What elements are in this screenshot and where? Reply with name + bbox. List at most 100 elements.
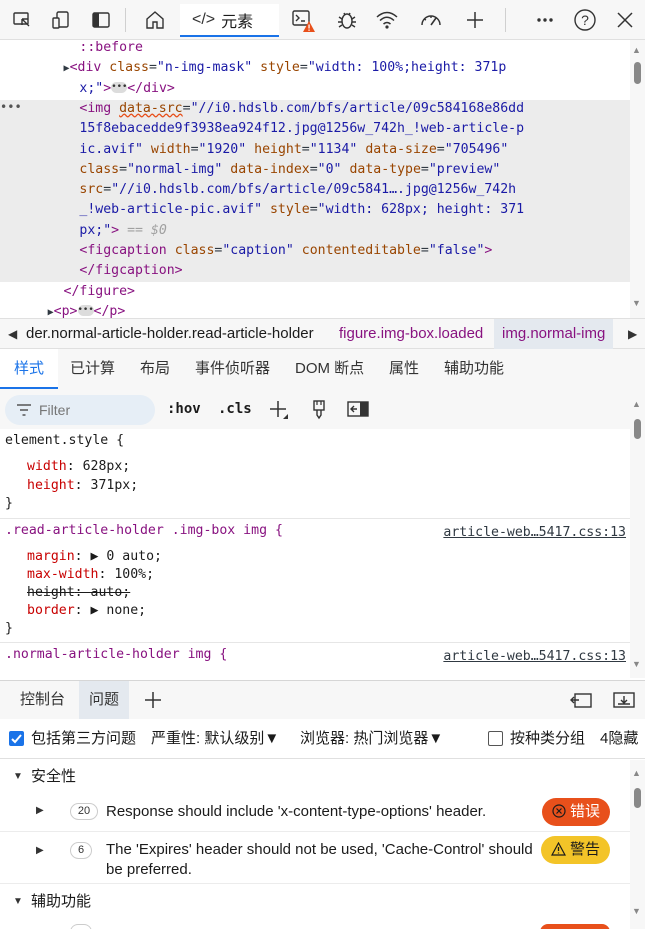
collapsed-content-ellipsis[interactable]: ••• [77,305,94,317]
dom-token: <div [69,60,110,76]
css-selector[interactable]: .normal-article-holder img { [5,647,227,662]
console-icon[interactable] [290,7,316,33]
include-third-party-checkbox[interactable] [9,731,24,746]
scroll-up-icon[interactable]: ▲ [632,399,641,409]
dom-token: = [309,161,318,177]
tab-issues[interactable]: 问题 [79,681,130,719]
dom-tree-scroll-thumb[interactable] [634,62,641,84]
css-source-link[interactable]: article-web…5417.css:13 [443,649,626,664]
issue-row[interactable]: ▶ 20 Response should include 'x-content-… [0,794,630,832]
node-row-menu-icon[interactable]: ••• [0,100,22,114]
more-icon[interactable] [532,7,558,33]
css-property[interactable]: max-width: 100%; [27,567,154,582]
error-badge-label: 错误 [569,803,600,820]
dom-node-line[interactable]: 15f8ebacedde9f3938ea924f12.jpg@1256w_742… [0,119,630,139]
dock-icon[interactable] [88,7,114,33]
category-accessibility[interactable]: ▼ 辅助功能 [0,885,630,919]
dom-node-line[interactable]: ▶<p>•••</p> [0,302,630,318]
wifi-network-icon[interactable] [374,7,400,33]
scroll-down-icon[interactable]: ▼ [632,906,641,916]
css-property[interactable]: width: 628px; [27,459,130,474]
css-selector[interactable]: .read-article-holder .img-box img { [5,523,283,538]
styles-scroll-thumb[interactable] [634,419,641,439]
warning-triangle-icon [550,841,566,856]
tab-console[interactable]: 控制台 [20,681,65,719]
breadcrumb-right-arrow-icon[interactable]: ▶ [628,319,637,349]
dom-node-line[interactable]: </figcaption> [0,261,630,281]
scroll-down-icon[interactable]: ▼ [632,659,641,669]
dom-node-line[interactable]: _!web-article-pic.avif" style="width: 62… [0,200,630,220]
warning-badge: 警告 [540,836,610,864]
tab-styles[interactable]: 样式 [0,349,58,389]
breadcrumb-left-arrow-icon[interactable]: ◀ [8,319,17,349]
dom-node-line[interactable]: px;"> == $0 [0,221,630,241]
hidden-issues-count[interactable]: 4隐藏 [600,719,638,759]
dom-node-line[interactable]: src="//i0.hdslb.com/bfs/article/09c5841…… [0,180,630,200]
inspect-icon[interactable] [9,7,35,33]
dom-token: = [103,182,112,198]
issues-scrollbar[interactable]: ▲ ▼ [630,760,645,929]
close-drawer-icon[interactable] [612,690,636,713]
dom-token: = [182,100,191,116]
hov-toggle[interactable]: :hov [167,389,201,429]
scroll-up-icon[interactable]: ▲ [632,768,641,778]
filter-input[interactable] [39,395,149,425]
breadcrumb-item-holder[interactable]: der.normal-article-holder.read-article-h… [26,319,314,349]
dom-node-line[interactable]: x;">•••</div> [0,79,630,99]
add-drawer-tab-icon[interactable] [143,690,163,713]
bug-sources-icon[interactable] [334,7,360,33]
undock-drawer-icon[interactable] [569,690,593,713]
dom-token: "1920" [198,141,247,157]
toggle-computed-sidebar-icon[interactable] [347,400,369,421]
styles-filter[interactable] [5,395,155,425]
add-tool-icon[interactable] [462,7,488,33]
device-emulation-icon[interactable] [48,7,74,33]
cls-toggle[interactable]: .cls [218,389,252,429]
tab-dom-breakpoints[interactable]: DOM 断点 [295,349,364,389]
tab-layout[interactable]: 布局 [140,349,170,389]
dom-node-line[interactable]: <figcaption class = "caption" contentedita… [0,241,630,261]
scroll-down-icon[interactable]: ▼ [632,298,641,308]
welcome-home-icon[interactable] [142,7,168,33]
dom-tree[interactable]: ::before ▶<div class="n-img-mask" style=… [0,40,630,318]
tab-properties[interactable]: 属性 [389,349,419,389]
tab-elements[interactable]: </> 元素 [180,4,279,37]
severity-dropdown[interactable]: 严重性: 默认级别▼ [151,719,279,759]
dom-node-line[interactable]: <img data-src="//i0.hdslb.com/bfs/articl… [0,99,630,119]
tab-accessibility[interactable]: 辅助功能 [444,349,504,389]
dom-node-line[interactable]: ::before [0,40,630,58]
filter-icon [17,404,31,416]
browser-dropdown[interactable]: 浏览器: 热门浏览器▼ [300,719,443,759]
color-format-brush-icon[interactable] [310,399,328,424]
tab-event-listeners[interactable]: 事件侦听器 [195,349,270,389]
dom-node-line[interactable]: ic.avif" width="1920" height="1134" data… [0,140,630,160]
breadcrumb-item-figure[interactable]: figure.img-box.loaded [339,319,483,349]
issue-row[interactable]: ▶ 6 The 'Expires' header should not be u… [0,832,630,884]
category-security[interactable]: ▼ 安全性 [0,760,630,794]
dom-token: </figcaption> [79,263,183,279]
close-icon[interactable] [612,7,638,33]
issues-scroll-thumb[interactable] [634,788,641,808]
dom-token: data-src [119,100,183,116]
css-property[interactable]: height: 371px; [27,478,138,493]
breadcrumb-item-img[interactable]: img.normal-img [494,319,614,349]
performance-gauge-icon[interactable] [418,7,444,33]
dom-node-line[interactable]: </figure> [0,282,630,302]
new-style-rule-icon[interactable] [268,399,290,424]
styles-scrollbar[interactable]: ▲ ▼ [630,389,645,678]
scroll-up-icon[interactable]: ▲ [632,45,641,55]
element-style-selector[interactable]: element.style { [5,433,124,448]
dom-node-line[interactable]: class="normal-img" data-index="0" data-t… [0,160,630,180]
group-by-kind-checkbox[interactable] [488,731,503,746]
dom-token: px;" [79,222,112,238]
dom-node-line[interactable]: ▶<div class="n-img-mask" style="width: 1… [0,58,630,78]
tab-computed[interactable]: 已计算 [70,349,115,389]
collapsed-content-ellipsis[interactable]: ••• [111,82,127,94]
css-property[interactable]: border: ▶ none; [27,603,146,618]
help-icon[interactable]: ? [572,7,598,33]
dom-tree-scrollbar[interactable]: ▲ ▼ [630,40,645,318]
category-accessibility-label: 辅助功能 [31,893,92,910]
css-source-link[interactable]: article-web…5417.css:13 [443,525,626,540]
css-property[interactable]: margin: ▶ 0 auto; [27,549,162,564]
css-property-overridden[interactable]: height: auto; [27,585,130,600]
